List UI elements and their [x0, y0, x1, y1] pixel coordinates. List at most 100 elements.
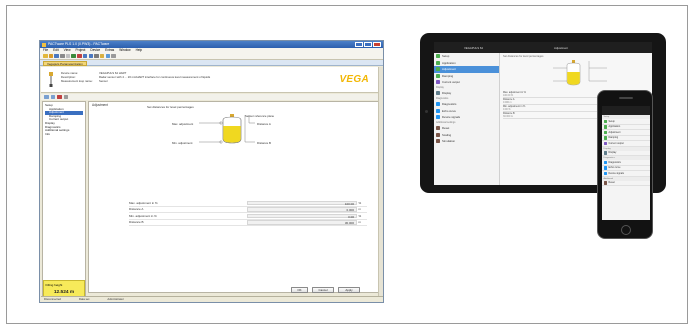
- screenshot-frame: PACTware PLS 1.0 (0.PW3) - PACTware File…: [6, 5, 688, 324]
- phone-item-label: Display: [608, 151, 617, 155]
- phone-item-reset[interactable]: Reset: [602, 181, 650, 186]
- sidebar-item-label: Diagnostics: [442, 102, 457, 107]
- distance-a-input[interactable]: 0.000: [247, 207, 357, 212]
- parameter-tree: Setup Application Adjustment Damping Cur…: [42, 101, 86, 296]
- open-icon[interactable]: [48, 53, 54, 59]
- adjustment-panel: Adjustment Set distances for level perce…: [88, 101, 379, 293]
- window-controls: [355, 42, 381, 47]
- delete-icon[interactable]: [57, 94, 62, 100]
- user-role-status: Administrator: [107, 296, 124, 301]
- cancel-button[interactable]: Cancel: [312, 287, 334, 293]
- menu-device[interactable]: Device: [90, 48, 100, 53]
- menu-help[interactable]: Help: [136, 48, 143, 53]
- row-label: Distance B: [129, 220, 144, 225]
- tablet-sidebar: Setup Application Adjustment Damping Current…: [434, 53, 500, 185]
- minimize-button[interactable]: [355, 42, 363, 47]
- back-icon[interactable]: [44, 94, 49, 100]
- menu-extras[interactable]: Extras: [105, 48, 114, 53]
- dataset-status: Data set: [78, 296, 90, 301]
- main-toolbar: [40, 53, 383, 60]
- max-adjustment-input[interactable]: 100.00: [247, 200, 357, 205]
- setup-icon: [436, 54, 440, 59]
- distance-heading: Set distances for level percentages: [147, 105, 194, 109]
- sidebar-item-label: Setup: [442, 54, 450, 59]
- upload-icon[interactable]: [82, 53, 88, 59]
- phone-item-label: Setup: [608, 119, 615, 123]
- forward-icon[interactable]: [50, 94, 55, 100]
- parameter-icon[interactable]: [94, 53, 99, 59]
- sidebar-item-label: Damping: [442, 73, 454, 78]
- navigation-toolbar: [41, 94, 378, 100]
- sidebar-item-label: Simulation: [442, 139, 456, 144]
- sidebar-item-simulation[interactable]: Simulation: [434, 138, 499, 145]
- phone-item-label: Echo curve: [608, 166, 621, 170]
- tree-item-info[interactable]: Info: [45, 132, 83, 137]
- print-icon[interactable]: [60, 53, 65, 59]
- menu-file[interactable]: File: [43, 48, 48, 53]
- menu-project[interactable]: Project: [76, 48, 86, 53]
- application-icon: [603, 125, 607, 129]
- download-icon[interactable]: [88, 53, 93, 59]
- disconnect-icon[interactable]: [77, 53, 82, 59]
- menu-edit[interactable]: Edit: [53, 48, 59, 53]
- diagnostics-icon: [603, 160, 607, 164]
- reset-icon: [603, 181, 607, 185]
- row-unit: %: [358, 200, 362, 205]
- damping-icon: [603, 136, 607, 140]
- catalog-icon[interactable]: [105, 53, 111, 59]
- phone-device: Setup Setup Application Adjustment Damping Cu…: [597, 90, 653, 239]
- side-panel-strip[interactable]: [378, 67, 383, 297]
- sensor-icon: [49, 72, 53, 87]
- row-label: Distance A: [129, 207, 144, 212]
- min-adjustment-input[interactable]: 0.00: [247, 213, 357, 218]
- table-row: Distance B 30.000 m: [129, 220, 367, 226]
- pactware-window: PACTware PLS 1.0 (0.PW3) - PACTware File…: [39, 40, 384, 303]
- distance-b-label: Distance B: [257, 141, 271, 145]
- device-signals-icon: [436, 115, 440, 120]
- menu-window[interactable]: Window: [119, 48, 130, 53]
- new-icon[interactable]: [43, 53, 48, 59]
- tablet-app-title: VEGAPULS 64: [464, 45, 483, 50]
- phone-item-label: Damping: [608, 136, 619, 140]
- sidebar-item-label: Application: [442, 60, 456, 65]
- help-icon[interactable]: [111, 53, 116, 59]
- echo-curve-icon: [436, 108, 440, 113]
- tablet-heading: Set distances for level percentages: [503, 55, 544, 58]
- tab-parameterization[interactable]: Vegapuls Parameterization: [43, 60, 87, 66]
- phone-item-label: Diagnostics: [608, 160, 621, 164]
- display-icon: [436, 91, 440, 96]
- device-signals-icon: [603, 171, 607, 175]
- connect-icon[interactable]: [71, 53, 76, 59]
- apply-button[interactable]: Apply: [338, 287, 360, 293]
- tablet-screen-title: Adjustment: [554, 45, 568, 50]
- display-icon: [603, 151, 607, 155]
- distance-b-input[interactable]: 30.000: [247, 220, 357, 225]
- device-icon[interactable]: [99, 53, 105, 59]
- sidebar-item-label: Device signals: [442, 115, 461, 120]
- sidebar-item-label: Reset: [442, 126, 450, 131]
- distance-a-label: Distance A: [257, 122, 271, 126]
- current-output-icon: [603, 141, 607, 145]
- connection-status: Disconnected: [44, 296, 61, 301]
- phone-home-button[interactable]: [621, 225, 631, 235]
- maximize-button[interactable]: [364, 42, 372, 47]
- dialog-buttons: OK Cancel Apply: [291, 287, 360, 293]
- phone-navbar: [602, 106, 650, 115]
- measured-value-label: Filling height: [45, 282, 63, 287]
- loop-name-value: Sensor: [99, 79, 108, 83]
- sidebar-item-label: Adjustment: [442, 67, 456, 72]
- description-value: Radar sensor with 4 ... 20 mA/HART inter…: [99, 75, 211, 79]
- phone-item-label: Adjustment: [608, 130, 621, 134]
- window-title: PACTware PLS 1.0 (0.PW3) - PACTware: [48, 42, 110, 46]
- close-button[interactable]: [373, 42, 381, 47]
- max-adjustment-label: Max. adjustment: [172, 122, 194, 126]
- save-icon[interactable]: [54, 53, 59, 59]
- panel-title: Adjustment: [92, 103, 108, 107]
- ok-button[interactable]: OK: [291, 287, 308, 293]
- device-info: Device name: Description: Measurement lo…: [61, 71, 210, 83]
- row-unit: m: [358, 220, 362, 225]
- sidebar-item-label: Current output: [442, 80, 460, 85]
- menu-icon[interactable]: [63, 94, 68, 100]
- sidebar-item-label: Scaling: [442, 132, 452, 137]
- menu-view[interactable]: View: [64, 48, 71, 53]
